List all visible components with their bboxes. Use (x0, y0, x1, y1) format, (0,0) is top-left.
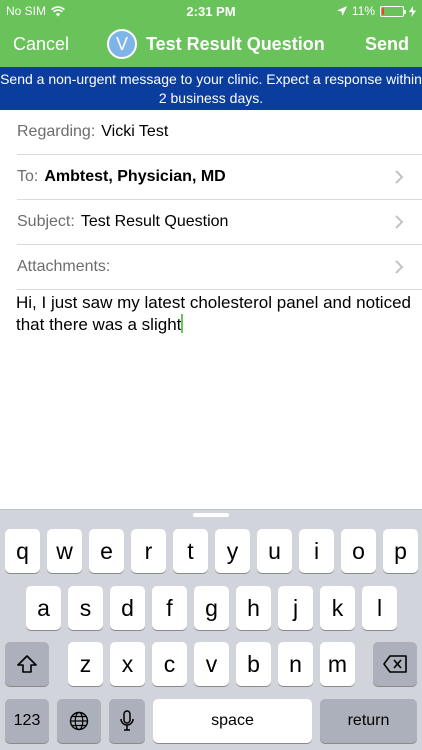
avatar[interactable]: V (107, 29, 137, 59)
key-r[interactable]: r (131, 529, 166, 573)
key-b[interactable]: b (236, 642, 271, 686)
shift-icon (17, 655, 37, 673)
attachments-row[interactable]: Attachments: (17, 245, 422, 290)
keyboard: qwertyuiop asdfghjkl zxcvbnm 123 space ret… (0, 509, 422, 750)
status-bar: No SIM 2:31 PM 11% (0, 0, 422, 22)
message-body-input[interactable]: Hi, I just saw my latest cholesterol pan… (16, 292, 411, 336)
backspace-icon (383, 655, 407, 673)
regarding-label: Regarding: (17, 123, 96, 140)
delete-key[interactable] (373, 642, 417, 686)
nav-bar: Cancel V Test Result Question Send (0, 22, 422, 67)
key-p[interactable]: p (383, 529, 418, 573)
key-e[interactable]: e (89, 529, 124, 573)
key-t[interactable]: t (173, 529, 208, 573)
globe-key[interactable] (57, 699, 101, 743)
message-form: Regarding: Vicki Test To: Ambtest, Physi… (0, 110, 422, 290)
nav-title-group: V Test Result Question (107, 29, 325, 59)
message-body-text: Hi, I just saw my latest cholesterol pan… (16, 293, 411, 334)
return-key[interactable]: return (320, 699, 417, 743)
key-l[interactable]: l (362, 586, 397, 630)
key-k[interactable]: k (320, 586, 355, 630)
to-label: To: (17, 168, 39, 185)
header: No SIM 2:31 PM 11% Cancel V Test Result … (0, 0, 422, 67)
key-y[interactable]: y (215, 529, 250, 573)
key-x[interactable]: x (110, 642, 145, 686)
keyboard-handle[interactable] (193, 513, 229, 517)
charging-bolt-icon (409, 5, 416, 17)
attachments-label: Attachments: (17, 258, 111, 275)
regarding-value: Vicki Test (101, 123, 169, 140)
send-button[interactable]: Send (365, 34, 409, 55)
chevron-right-icon (395, 170, 404, 184)
to-value: Ambtest, Physician, MD (44, 168, 226, 185)
battery-icon (380, 5, 406, 17)
key-m[interactable]: m (320, 642, 355, 686)
key-u[interactable]: u (257, 529, 292, 573)
key-s[interactable]: s (68, 586, 103, 630)
key-a[interactable]: a (26, 586, 61, 630)
space-key[interactable]: space (153, 699, 312, 743)
key-c[interactable]: c (152, 642, 187, 686)
battery-percent: 11% (351, 4, 375, 18)
key-w[interactable]: w (47, 529, 82, 573)
key-o[interactable]: o (341, 529, 376, 573)
key-n[interactable]: n (278, 642, 313, 686)
key-v[interactable]: v (194, 642, 229, 686)
subject-row[interactable]: Subject: Test Result Question (17, 200, 422, 245)
key-h[interactable]: h (236, 586, 271, 630)
page-title: Test Result Question (146, 33, 325, 54)
key-f[interactable]: f (152, 586, 187, 630)
info-banner: Send a non-urgent message to your clinic… (0, 67, 422, 110)
location-arrow-icon (336, 6, 347, 16)
key-q[interactable]: q (5, 529, 40, 573)
microphone-icon (120, 710, 134, 731)
to-row[interactable]: To: Ambtest, Physician, MD (17, 155, 422, 200)
cancel-button[interactable]: Cancel (13, 34, 69, 55)
numbers-key[interactable]: 123 (5, 699, 49, 743)
subject-value: Test Result Question (80, 213, 229, 230)
key-j[interactable]: j (278, 586, 313, 630)
key-i[interactable]: i (299, 529, 334, 573)
globe-icon (69, 711, 89, 731)
chevron-right-icon (395, 260, 404, 274)
key-z[interactable]: z (68, 642, 103, 686)
text-caret (181, 314, 184, 333)
regarding-row: Regarding: Vicki Test (17, 110, 422, 155)
chevron-right-icon (395, 215, 404, 229)
microphone-key[interactable] (109, 699, 145, 743)
shift-key[interactable] (5, 642, 49, 686)
subject-label: Subject: (17, 213, 75, 230)
key-g[interactable]: g (194, 586, 229, 630)
key-d[interactable]: d (110, 586, 145, 630)
